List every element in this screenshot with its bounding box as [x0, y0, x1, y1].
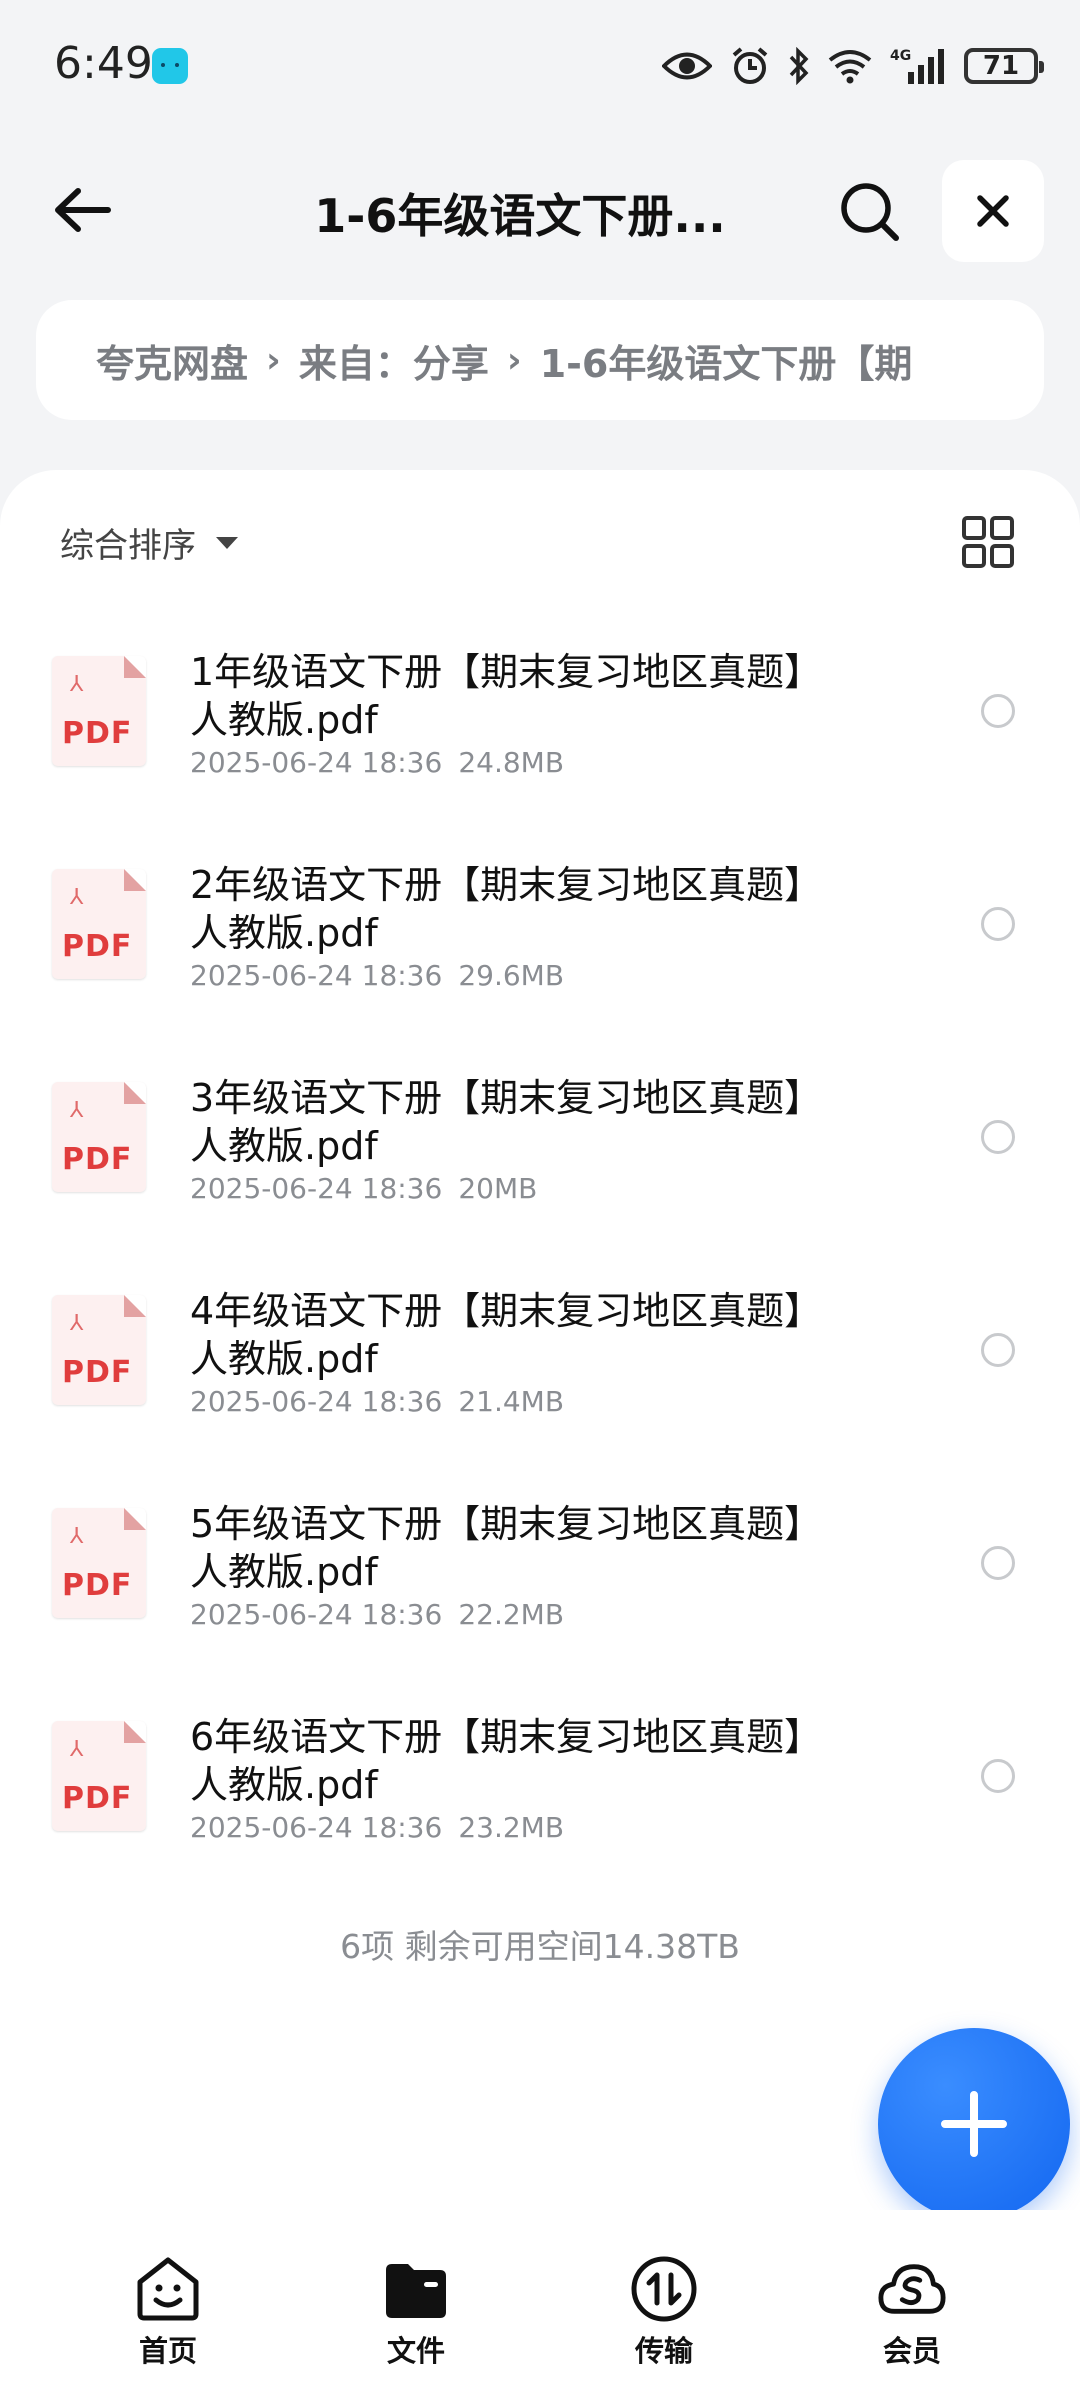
file-name: 3年级语文下册【期末复习地区真题】人教版.pdf [190, 1076, 823, 1168]
file-name: 2年级语文下册【期末复习地区真题】人教版.pdf [190, 863, 823, 955]
nav-label-files: 文件 [386, 2334, 445, 2368]
file-list: ⅄ PDF 1年级语文下册【期末复习地区真题】人教版.pdf 2025-06-24… [0, 610, 1080, 1888]
file-row[interactable]: ⅄ PDF 4年级语文下册【期末复习地区真题】人教版.pdf 2025-06-24… [0, 1249, 1080, 1462]
file-date: 2025-06-24 18:36 [190, 746, 443, 779]
file-date: 2025-06-24 18:36 [190, 1811, 443, 1844]
file-row[interactable]: ⅄ PDF 3年级语文下册【期末复习地区真题】人教版.pdf 2025-06-24… [0, 1036, 1080, 1249]
folder-icon [381, 2254, 451, 2324]
breadcrumb-item-current: 1-6年级语文下册【期 [539, 341, 913, 386]
nav-tab-files[interactable]: 文件 [336, 2254, 496, 2370]
status-icons: 4G 71 [662, 40, 1044, 92]
file-size: 20MB [458, 1172, 538, 1205]
grid-icon [962, 516, 1014, 568]
file-name: 1年级语文下册【期末复习地区真题】人教版.pdf [190, 650, 823, 742]
file-date: 2025-06-24 18:36 [190, 1598, 443, 1631]
file-date: 2025-06-24 18:36 [190, 959, 443, 992]
transfer-icon [629, 2254, 699, 2324]
file-row[interactable]: ⅄ PDF 2年级语文下册【期末复习地区真题】人教版.pdf 2025-06-24… [0, 823, 1080, 1036]
file-size: 23.2MB [458, 1811, 565, 1844]
file-meta: 2025-06-24 18:36 29.6MB [190, 959, 564, 992]
caret-down-icon [216, 536, 238, 549]
chevron-right-icon: › [266, 339, 281, 381]
arrow-left-icon [55, 188, 111, 232]
breadcrumb-item-share[interactable]: 来自：分享 [299, 333, 489, 388]
file-row[interactable]: ⅄ PDF 6年级语文下册【期末复习地区真题】人教版.pdf 2025-06-24… [0, 1675, 1080, 1888]
page-title: 1-6年级语文下册... [314, 189, 726, 243]
file-meta: 2025-06-24 18:36 24.8MB [190, 746, 564, 779]
chevron-right-icon: › [506, 339, 522, 381]
select-checkbox[interactable] [981, 907, 1015, 941]
file-name: 4年级语文下册【期末复习地区真题】人教版.pdf [190, 1289, 823, 1381]
select-checkbox[interactable] [981, 694, 1015, 728]
close-button[interactable] [942, 160, 1044, 262]
nav-tab-home[interactable]: 首页 [88, 2254, 248, 2370]
battery-level: 71 [982, 51, 1020, 81]
file-date: 2025-06-24 18:36 [190, 1172, 443, 1205]
search-icon [841, 183, 899, 241]
file-meta: 2025-06-24 18:36 20MB [190, 1172, 537, 1205]
select-checkbox[interactable] [981, 1120, 1015, 1154]
pdf-file-icon: ⅄ PDF [52, 1721, 146, 1831]
pdf-file-icon: ⅄ PDF [52, 1508, 146, 1618]
file-date: 2025-06-24 18:36 [190, 1385, 443, 1418]
file-size: 22.2MB [458, 1598, 565, 1631]
app-notification-icon [152, 48, 188, 84]
wifi-icon [828, 50, 872, 84]
file-row[interactable]: ⅄ PDF 5年级语文下册【期末复习地区真题】人教版.pdf 2025-06-24… [0, 1462, 1080, 1675]
select-checkbox[interactable] [981, 1333, 1015, 1367]
file-meta: 2025-06-24 18:36 21.4MB [190, 1385, 564, 1418]
status-time: 6:49 [54, 38, 153, 89]
nav-label-member: 会员 [882, 2334, 941, 2368]
file-name: 6年级语文下册【期末复习地区真题】人教版.pdf [190, 1715, 823, 1807]
file-size: 24.8MB [458, 746, 565, 779]
breadcrumb-item-root[interactable]: 夸克网盘 [96, 333, 248, 388]
file-size: 21.4MB [458, 1385, 565, 1418]
select-checkbox[interactable] [981, 1759, 1015, 1793]
breadcrumb: 夸克网盘 › 来自：分享 › 1-6年级语文下册【期 [36, 300, 1044, 420]
nav-tab-member[interactable]: 会员 [832, 2254, 992, 2370]
back-button[interactable] [44, 172, 120, 248]
sort-label: 综合排序 [60, 526, 196, 566]
eye-icon [662, 52, 712, 80]
nav-label-transfer: 传输 [634, 2334, 693, 2368]
file-row[interactable]: ⅄ PDF 1年级语文下册【期末复习地区真题】人教版.pdf 2025-06-24… [0, 610, 1080, 823]
pdf-file-icon: ⅄ PDF [52, 656, 146, 766]
nav-label-home: 首页 [138, 2334, 197, 2368]
svg-text:4G: 4G [890, 48, 911, 64]
status-bar: 6:49 4G 71 [0, 0, 1080, 130]
pdf-file-icon: ⅄ PDF [52, 869, 146, 979]
file-list-panel: 综合排序 ⅄ PDF 1年级语文下册【期末复习地区真题】人教版.pdf 2025-… [0, 470, 1080, 2210]
close-icon [977, 195, 1009, 227]
alarm-icon [732, 47, 768, 84]
battery-icon: 71 [964, 48, 1044, 84]
home-face-icon [133, 2254, 203, 2324]
nav-tab-transfer[interactable]: 传输 [584, 2254, 744, 2370]
plus-icon [941, 2091, 1007, 2157]
file-size: 29.6MB [458, 959, 565, 992]
bluetooth-icon [789, 47, 809, 85]
add-button[interactable] [878, 2028, 1070, 2220]
select-checkbox[interactable] [981, 1546, 1015, 1580]
cellular-signal-icon: 4G [890, 48, 944, 84]
grid-view-button[interactable] [958, 512, 1018, 572]
storage-summary: 6项 剩余可用空间14.38TB [340, 1927, 740, 1966]
file-meta: 2025-06-24 18:36 22.2MB [190, 1598, 564, 1631]
bottom-navigation: 首页 文件 传输 会员 [0, 2210, 1080, 2388]
sort-dropdown[interactable]: 综合排序 [60, 518, 238, 567]
file-meta: 2025-06-24 18:36 23.2MB [190, 1811, 564, 1844]
pdf-file-icon: ⅄ PDF [52, 1082, 146, 1192]
header-bar: 1-6年级语文下册... [0, 150, 1080, 270]
file-name: 5年级语文下册【期末复习地区真题】人教版.pdf [190, 1502, 823, 1594]
cloud-s-icon [877, 2254, 947, 2324]
search-button[interactable] [832, 174, 908, 250]
pdf-file-icon: ⅄ PDF [52, 1295, 146, 1405]
